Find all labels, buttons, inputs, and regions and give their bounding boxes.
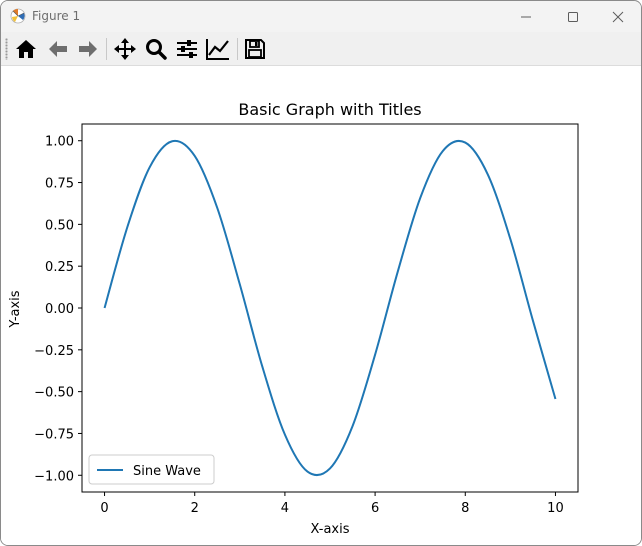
axes-frame	[81, 123, 579, 493]
zoom-button[interactable]	[143, 36, 169, 62]
x-tick-label: 0	[100, 501, 108, 516]
legend-label: Sine Wave	[133, 464, 201, 479]
figure-canvas[interactable]: Basic Graph with Titles X-axis Y-axis 0 2…	[1, 66, 641, 545]
y-tick-label: 1.00	[45, 135, 74, 150]
y-tick-label: −0.75	[34, 427, 74, 442]
y-tick-label: 0.25	[45, 260, 74, 275]
toolbar-separator	[237, 38, 238, 60]
subplots-icon	[177, 40, 197, 58]
title-bar[interactable]: Figure 1	[1, 1, 641, 32]
plot-area[interactable]: 0 2 4 6 8 10 1.00 0.75 0.50 0.25 0.00 −0.25 −0.50 −0.…	[34, 123, 579, 516]
x-axis-label: X-axis	[311, 522, 350, 537]
series-line-sine-wave	[103, 139, 557, 477]
minimize-icon	[521, 16, 531, 17]
toolbar-separator	[106, 38, 107, 60]
y-tick-label: −0.50	[34, 386, 74, 401]
save-icon	[245, 39, 265, 59]
y-tick-label: −1.00	[34, 469, 74, 484]
forward-icon	[79, 41, 97, 57]
back-button[interactable]	[45, 36, 71, 62]
x-tick-label: 8	[461, 501, 469, 516]
save-button[interactable]	[242, 36, 268, 62]
minimize-button[interactable]	[503, 1, 549, 32]
y-axis-label: Y-axis	[8, 290, 23, 328]
x-tick-label: 2	[191, 501, 199, 516]
close-icon	[612, 11, 624, 22]
y-tick-label: 0.00	[45, 302, 74, 317]
zoom-icon	[146, 39, 167, 60]
home-button[interactable]	[13, 36, 39, 62]
maximize-icon	[568, 11, 578, 22]
window-title: Figure 1	[32, 9, 81, 23]
home-icon	[16, 40, 36, 58]
close-button[interactable]	[595, 1, 641, 32]
axes-edit-icon	[206, 39, 229, 60]
matplotlib-app-icon	[10, 8, 26, 24]
x-tick-label: 10	[547, 501, 564, 516]
y-tick-label: 0.75	[45, 177, 74, 192]
axes-edit-button[interactable]	[205, 36, 231, 62]
x-tick-label: 6	[371, 501, 379, 516]
subplots-button[interactable]	[174, 36, 200, 62]
forward-button[interactable]	[75, 36, 101, 62]
chart-title: Basic Graph with Titles	[238, 100, 421, 119]
pan-icon	[114, 38, 136, 60]
pan-button[interactable]	[112, 36, 138, 62]
maximize-button[interactable]	[550, 1, 596, 32]
chart-svg[interactable]: Basic Graph with Titles X-axis Y-axis 0 2…	[1, 66, 641, 545]
toolbar-grip[interactable]	[5, 38, 8, 60]
y-tick-label: 0.50	[45, 218, 74, 233]
back-icon	[49, 41, 67, 57]
x-tick-label: 4	[281, 501, 289, 516]
figure-window: Figure 1 Basic Graph with Titles X-axis …	[0, 0, 642, 546]
y-tick-label: −0.25	[34, 344, 74, 359]
navigation-toolbar	[1, 32, 641, 66]
